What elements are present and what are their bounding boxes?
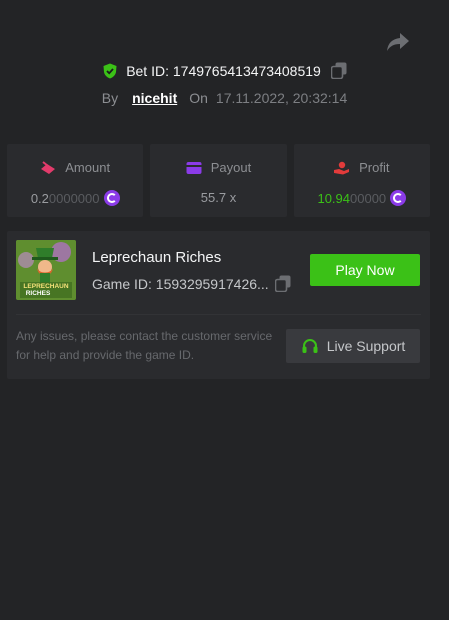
on-label: On xyxy=(189,90,208,106)
by-label: By xyxy=(101,90,119,106)
payout-value: 55.7 x xyxy=(200,190,237,205)
thumbnail-title: LEPRECHAUN xyxy=(23,283,68,290)
amount-stat: Amount 0.2 0000000 xyxy=(7,144,144,217)
copy-game-id-icon[interactable] xyxy=(274,275,291,292)
profit-label: Profit xyxy=(359,160,390,175)
profit-value-decimals: 00000 xyxy=(350,190,387,206)
live-support-label: Live Support xyxy=(326,338,406,354)
game-name[interactable]: Leprechaun Riches xyxy=(92,249,221,266)
game-thumbnail[interactable]: LEPRECHAUN RICHES xyxy=(16,240,76,300)
leprechaun-artwork: LEPRECHAUN RICHES xyxy=(16,240,76,300)
amount-value: 0.2 xyxy=(30,190,49,206)
amount-icon xyxy=(41,160,56,174)
profit-stat: Profit 10.94 00000 xyxy=(293,144,430,217)
payout-label: Payout xyxy=(210,160,252,175)
bet-id-text: Bet ID: 1749765413473408519 xyxy=(126,62,321,79)
profit-value: 10.94 xyxy=(317,190,351,206)
coin-icon xyxy=(103,190,120,206)
headset-icon xyxy=(302,339,318,353)
share-icon[interactable] xyxy=(386,32,410,52)
payout-stat: Payout 55.7 x xyxy=(150,144,287,217)
amount-value-decimals: 0000000 xyxy=(48,190,100,206)
copy-bet-id-icon[interactable] xyxy=(330,62,347,79)
username-link[interactable]: nicehit xyxy=(132,90,177,106)
svg-text:RICHES: RICHES xyxy=(26,290,51,297)
divider xyxy=(16,314,421,315)
profit-hand-icon xyxy=(334,161,350,174)
verified-shield-icon xyxy=(103,63,117,78)
author-row: By nicehit On 17.11.2022, 20:32:14 xyxy=(0,90,449,106)
game-card: LEPRECHAUN RICHES Leprechaun Riches Game… xyxy=(7,231,430,379)
amount-label: Amount xyxy=(65,160,111,175)
game-id-row: Game ID: 1593295917426... xyxy=(92,275,291,292)
bet-date: 17.11.2022, 20:32:14 xyxy=(215,90,348,106)
live-support-button[interactable]: Live Support xyxy=(286,329,420,363)
stats-row: Amount 0.2 0000000 Payout 55.7 x Profit … xyxy=(7,144,430,217)
bet-id-row: Bet ID: 1749765413473408519 xyxy=(0,62,449,79)
game-id-text: Game ID: 1593295917426... xyxy=(92,275,269,292)
help-text: Any issues, please contact the customer … xyxy=(16,329,273,362)
coin-icon xyxy=(390,190,407,206)
wallet-icon xyxy=(186,161,202,174)
play-now-button[interactable]: Play Now xyxy=(310,254,420,286)
